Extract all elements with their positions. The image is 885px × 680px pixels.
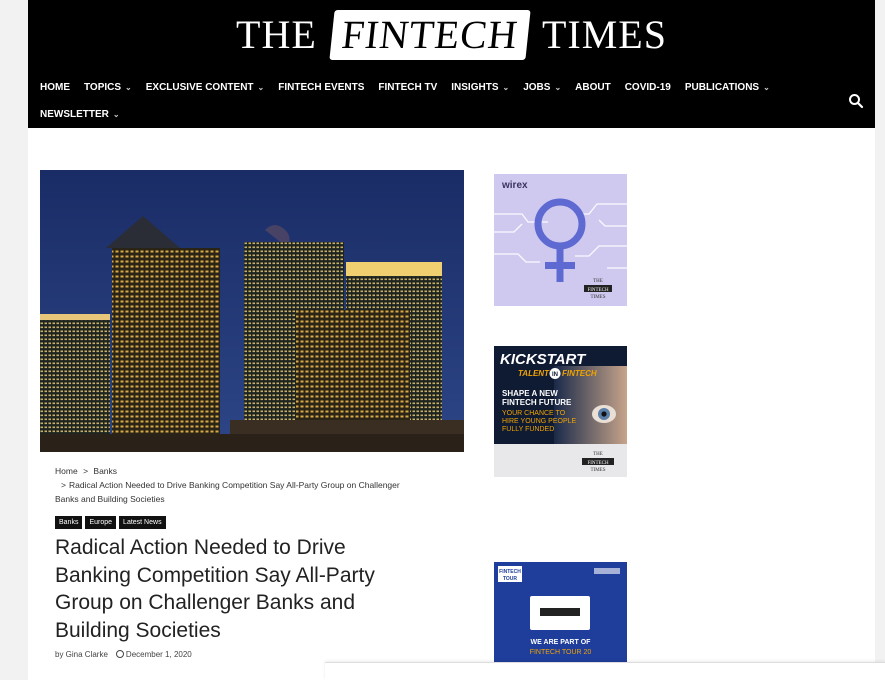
ad2-sub-2: HIRE YOUNG PEOPLE xyxy=(502,418,577,425)
sidebar-ad-kickstart[interactable]: KICKSTART TALENT IN FINTECH SHAPE A NEW … xyxy=(494,346,627,477)
ad2-sub-1: YOUR CHANCE TO xyxy=(502,410,566,417)
search-icon[interactable] xyxy=(847,92,865,110)
ad2-footer-mid: FINTECH xyxy=(587,461,609,466)
nav-item-exclusive-content[interactable]: EXCLUSIVE CONTENT ⌄ xyxy=(146,78,265,97)
ad2-in: IN xyxy=(552,372,558,378)
ad2-fintech: FINTECH xyxy=(562,369,597,378)
chevron-down-icon: ⌄ xyxy=(112,110,120,119)
nav-item-topics[interactable]: TOPICS ⌄ xyxy=(84,78,132,97)
logo-word-times: TIMES xyxy=(541,12,667,57)
nav-item-covid-19[interactable]: COVID-19 xyxy=(625,78,671,97)
breadcrumb-current: Radical Action Needed to Drive Banking C… xyxy=(55,480,400,504)
tag-europe[interactable]: Europe xyxy=(85,516,117,529)
nav-item-label: EXCLUSIVE CONTENT xyxy=(145,82,254,93)
tag-banks[interactable]: Banks xyxy=(55,516,83,529)
bottom-floating-bar xyxy=(325,662,885,680)
sidebar-ad-wirex[interactable]: wirex THE FINTECH TIMES xyxy=(494,174,627,306)
nav-item-home[interactable]: HOME xyxy=(40,78,70,97)
ad3-cta-1: WE ARE PART OF xyxy=(531,639,592,646)
nav-item-label: INSIGHTS xyxy=(451,82,499,93)
page: THE FINTECH TIMES HOME TOPICS ⌄ EXCLUSIVE C… xyxy=(0,0,885,680)
nav-item-label: FINTECH EVENTS xyxy=(278,82,365,93)
ad1-footer-mid: FINTECH xyxy=(587,288,609,293)
article-meta: by Gina Clarke December 1, 2020 xyxy=(55,649,192,660)
ad2-headline-1: SHAPE A NEW xyxy=(502,389,558,398)
clock-icon xyxy=(115,650,124,658)
ad2-talent: TALENT xyxy=(518,369,550,378)
breadcrumb-separator: > xyxy=(83,466,89,476)
sidebar-ad-fintech-tour[interactable]: FINTECH TOUR WE ARE PART OF FINTECH TOUR… xyxy=(494,562,627,664)
breadcrumb-home[interactable]: Home xyxy=(55,466,78,476)
nav-item-label: HOME xyxy=(40,82,70,93)
ad1-footer-top: THE xyxy=(593,279,603,284)
ad2-sub-3: FULLY FUNDED xyxy=(502,426,554,433)
chevron-down-icon: ⌄ xyxy=(257,83,265,92)
ad2-headline-2: FINTECH FUTURE xyxy=(502,398,572,407)
article-author[interactable]: by Gina Clarke xyxy=(55,650,108,659)
nav-item-label: FINTECH TV xyxy=(378,82,438,93)
hero-image-canary-wharf xyxy=(40,170,464,452)
nav-item-fintech-events[interactable]: FINTECH EVENTS xyxy=(278,78,364,97)
article-tags: Banks Europe Latest News xyxy=(55,516,166,529)
ad2-footer-bot: TIMES xyxy=(591,468,606,473)
nav-item-jobs[interactable]: JOBS ⌄ xyxy=(523,78,561,97)
tag-latest-news[interactable]: Latest News xyxy=(119,516,166,529)
nav-item-label: ABOUT xyxy=(575,82,611,93)
ad2-footer-top: THE xyxy=(593,452,603,457)
logo-word-fintech: FINTECH xyxy=(329,10,531,60)
ad1-brand: wirex xyxy=(501,180,528,191)
nav-item-label: NEWSLETTER xyxy=(40,109,109,120)
breadcrumb-banks[interactable]: Banks xyxy=(93,466,117,476)
nav-item-label: TOPICS xyxy=(84,82,122,93)
breadcrumb: Home > Banks > Radical Action Needed to D… xyxy=(55,464,415,506)
ad3-cta-2: FINTECH TOUR 20 xyxy=(530,649,592,656)
chevron-down-icon: ⌄ xyxy=(502,83,510,92)
article-title: Radical Action Needed to Drive Banking C… xyxy=(55,536,375,642)
ad3-badge-1: FINTECH xyxy=(499,569,521,575)
chevron-down-icon: ⌄ xyxy=(763,83,770,92)
main-content: Home > Banks > Radical Action Needed to D… xyxy=(28,128,875,680)
nav-item-publications[interactable]: PUBLICATIONS ⌄ xyxy=(685,78,770,97)
nav-item-newsletter[interactable]: NEWSLETTER ⌄ xyxy=(40,105,120,124)
main-nav: HOME TOPICS ⌄ EXCLUSIVE CONTENT ⌄ FINTECH EVE… xyxy=(40,78,840,124)
article-date: December 1, 2020 xyxy=(125,650,192,659)
site-logo[interactable]: THE FINTECH TIMES xyxy=(28,10,875,60)
nav-item-about[interactable]: ABOUT xyxy=(575,78,611,97)
article-date-wrap: December 1, 2020 xyxy=(115,649,192,659)
nav-item-label: COVID-19 xyxy=(624,82,671,93)
nav-item-label: PUBLICATIONS xyxy=(684,82,760,93)
ad3-badge-2: TOUR xyxy=(503,576,517,582)
chevron-down-icon: ⌄ xyxy=(554,83,562,92)
logo-word-the: THE xyxy=(236,12,317,57)
site-header: THE FINTECH TIMES HOME TOPICS ⌄ EXCLUSIVE C… xyxy=(28,0,875,128)
nav-item-fintech-tv[interactable]: FINTECH TV xyxy=(378,78,437,97)
breadcrumb-separator: > xyxy=(61,480,66,490)
ad1-footer-bot: TIMES xyxy=(591,295,606,300)
ad2-kickstart: KICKSTART xyxy=(500,351,587,368)
chevron-down-icon: ⌄ xyxy=(125,83,132,92)
nav-item-insights[interactable]: INSIGHTS ⌄ xyxy=(451,78,509,97)
nav-item-label: JOBS xyxy=(523,82,551,93)
